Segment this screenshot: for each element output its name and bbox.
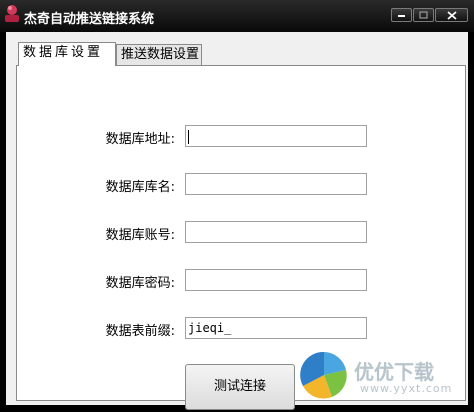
db-password-label: 数据库密码:	[105, 276, 175, 291]
minimize-icon	[398, 15, 405, 17]
app-logo-icon	[5, 5, 19, 22]
db-password-input[interactable]	[185, 269, 367, 291]
minimize-button[interactable]	[391, 8, 412, 22]
maximize-icon	[419, 11, 428, 19]
watermark: 优优下载 www.yyxt.com	[298, 350, 466, 400]
tab-database-settings[interactable]: 数据库设置	[18, 42, 116, 66]
db-name-label: 数据库库名:	[105, 180, 175, 195]
db-account-label: 数据库账号:	[105, 228, 175, 243]
db-name-input[interactable]	[185, 173, 367, 195]
app-window: 杰奇自动推送链接系统 数据库设置 推送数据设置 数据库地址: 数据库库名: 数据…	[0, 0, 474, 412]
test-connection-button[interactable]: 测试连接	[185, 364, 295, 410]
table-prefix-input[interactable]: jieqi_	[185, 317, 367, 339]
table-prefix-label: 数据表前缀:	[105, 324, 175, 339]
db-address-input[interactable]	[185, 125, 367, 147]
close-button[interactable]	[435, 8, 468, 22]
watermark-logo-icon	[300, 351, 347, 399]
watermark-title: 优优下载	[354, 360, 434, 384]
window-title: 杰奇自动推送链接系统	[24, 12, 155, 27]
db-account-input[interactable]	[185, 221, 367, 243]
watermark-url: www.yyxt.com	[360, 382, 453, 395]
tab-push-data-settings[interactable]: 推送数据设置	[116, 44, 202, 66]
title-bar[interactable]: 杰奇自动推送链接系统	[0, 0, 474, 32]
text-caret	[188, 129, 189, 144]
close-icon	[446, 10, 457, 20]
db-address-label: 数据库地址:	[105, 132, 175, 147]
maximize-button[interactable]	[413, 8, 434, 22]
